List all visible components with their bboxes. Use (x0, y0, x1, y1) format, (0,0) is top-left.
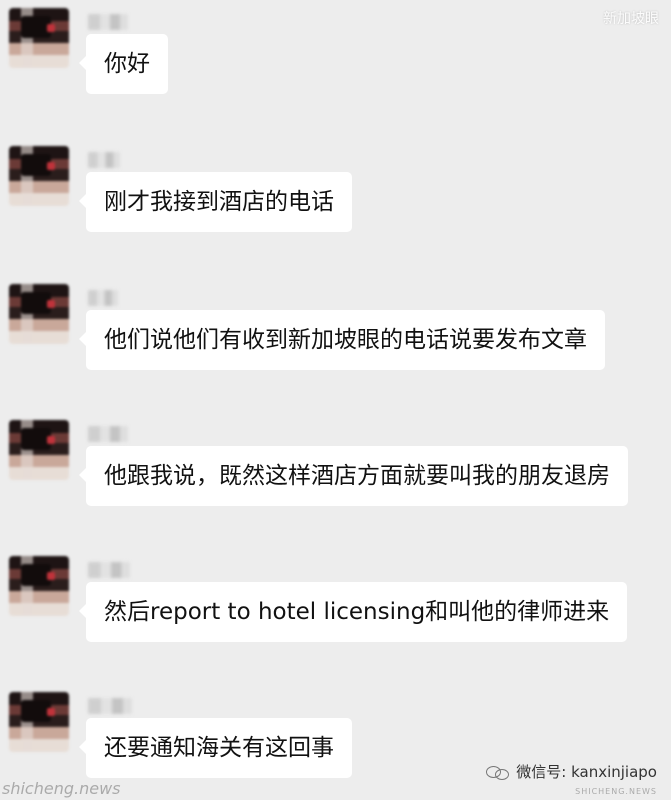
sender-name-blurred (88, 698, 132, 714)
wechat-icon (486, 764, 510, 780)
watermark-bottom-left: shicheng.news (2, 779, 121, 798)
watermark-wechat-id: 微信号: kanxinjiapo (486, 761, 657, 782)
sender-avatar[interactable] (9, 146, 69, 206)
message-bubble[interactable]: 刚才我接到酒店的电话 (79, 172, 352, 232)
sender-avatar[interactable] (9, 692, 69, 752)
message-bubble[interactable]: 他们说他们有收到新加坡眼的电话说要发布文章 (79, 310, 605, 370)
watermark-top-right: 新加坡眼 (603, 11, 659, 27)
sender-name-blurred (88, 14, 128, 30)
sender-name-blurred (88, 562, 130, 578)
wechat-id-text: 微信号: kanxinjiapo (516, 763, 657, 781)
message-bubble[interactable]: 然后report to hotel licensing和叫他的律师进来 (78, 582, 628, 642)
sender-avatar[interactable] (9, 8, 69, 68)
message-bubble[interactable]: 还要通知海关有这回事 (79, 718, 352, 778)
watermark-sub: SHICHENG.NEWS (575, 787, 657, 796)
message-bubble[interactable]: 他跟我说，既然这样酒店方面就要叫我的朋友退房 (79, 446, 628, 506)
chat-screenshot: 新加坡眼 你好 刚才我接到酒店的电话 他们说他们有收到新加坡眼的电话说要发布文章… (0, 0, 671, 800)
sender-name-blurred (88, 426, 128, 442)
sender-avatar[interactable] (9, 420, 69, 480)
sender-name-blurred (88, 290, 118, 306)
sender-name-blurred (88, 152, 120, 168)
sender-avatar[interactable] (9, 556, 69, 616)
message-bubble[interactable]: 你好 (79, 34, 168, 94)
sender-avatar[interactable] (9, 284, 69, 344)
